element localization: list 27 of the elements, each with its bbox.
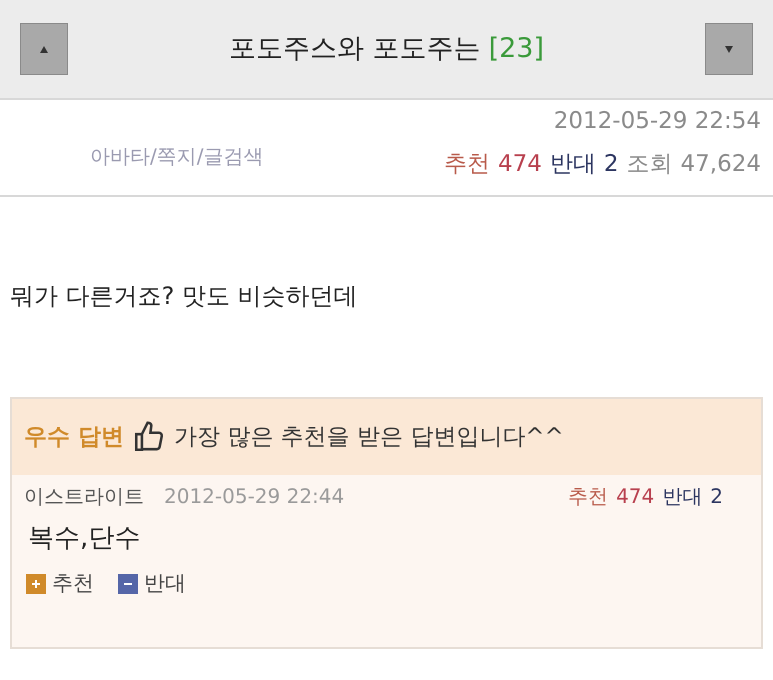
stat-label: 추천 xyxy=(444,150,490,178)
down-arrow-icon xyxy=(725,46,733,52)
stat-label: 조회 xyxy=(626,150,673,178)
stat-value: 2 xyxy=(604,150,619,178)
answer-author[interactable]: 이스트라이트 xyxy=(24,481,144,511)
recommend-button[interactable]: 추천 xyxy=(26,568,94,600)
minus-icon xyxy=(118,574,138,594)
stat-label: 추천 xyxy=(568,483,608,510)
answer-date: 2012-05-29 22:44 xyxy=(164,483,344,510)
stat-value: 474 xyxy=(616,483,654,510)
comment-count: [23] xyxy=(488,32,544,66)
next-button[interactable] xyxy=(705,23,753,75)
question-text: 뭐가 다른거죠? 맛도 비슷하던데 xyxy=(10,281,358,312)
up-arrow-icon xyxy=(40,46,48,52)
answer-text: 복수,단수 xyxy=(28,523,140,553)
stat-label: 반대 xyxy=(662,483,702,510)
oppose-button[interactable]: 반대 xyxy=(118,568,186,600)
stat-value: 2 xyxy=(710,483,723,510)
previous-button[interactable] xyxy=(20,23,68,75)
best-answer-label: 우수 답변 xyxy=(24,422,124,452)
plus-icon xyxy=(26,574,46,594)
stat-value: 47,624 xyxy=(680,150,761,178)
post-title: 포도주스와 포도주는 xyxy=(228,32,481,66)
best-answer-note: 가장 많은 추천을 받은 답변입니다^^ xyxy=(174,422,564,452)
post-date: 2012-05-29 22:54 xyxy=(554,107,761,136)
stat-value: 474 xyxy=(498,150,542,178)
stat-label: 반대 xyxy=(550,150,596,178)
